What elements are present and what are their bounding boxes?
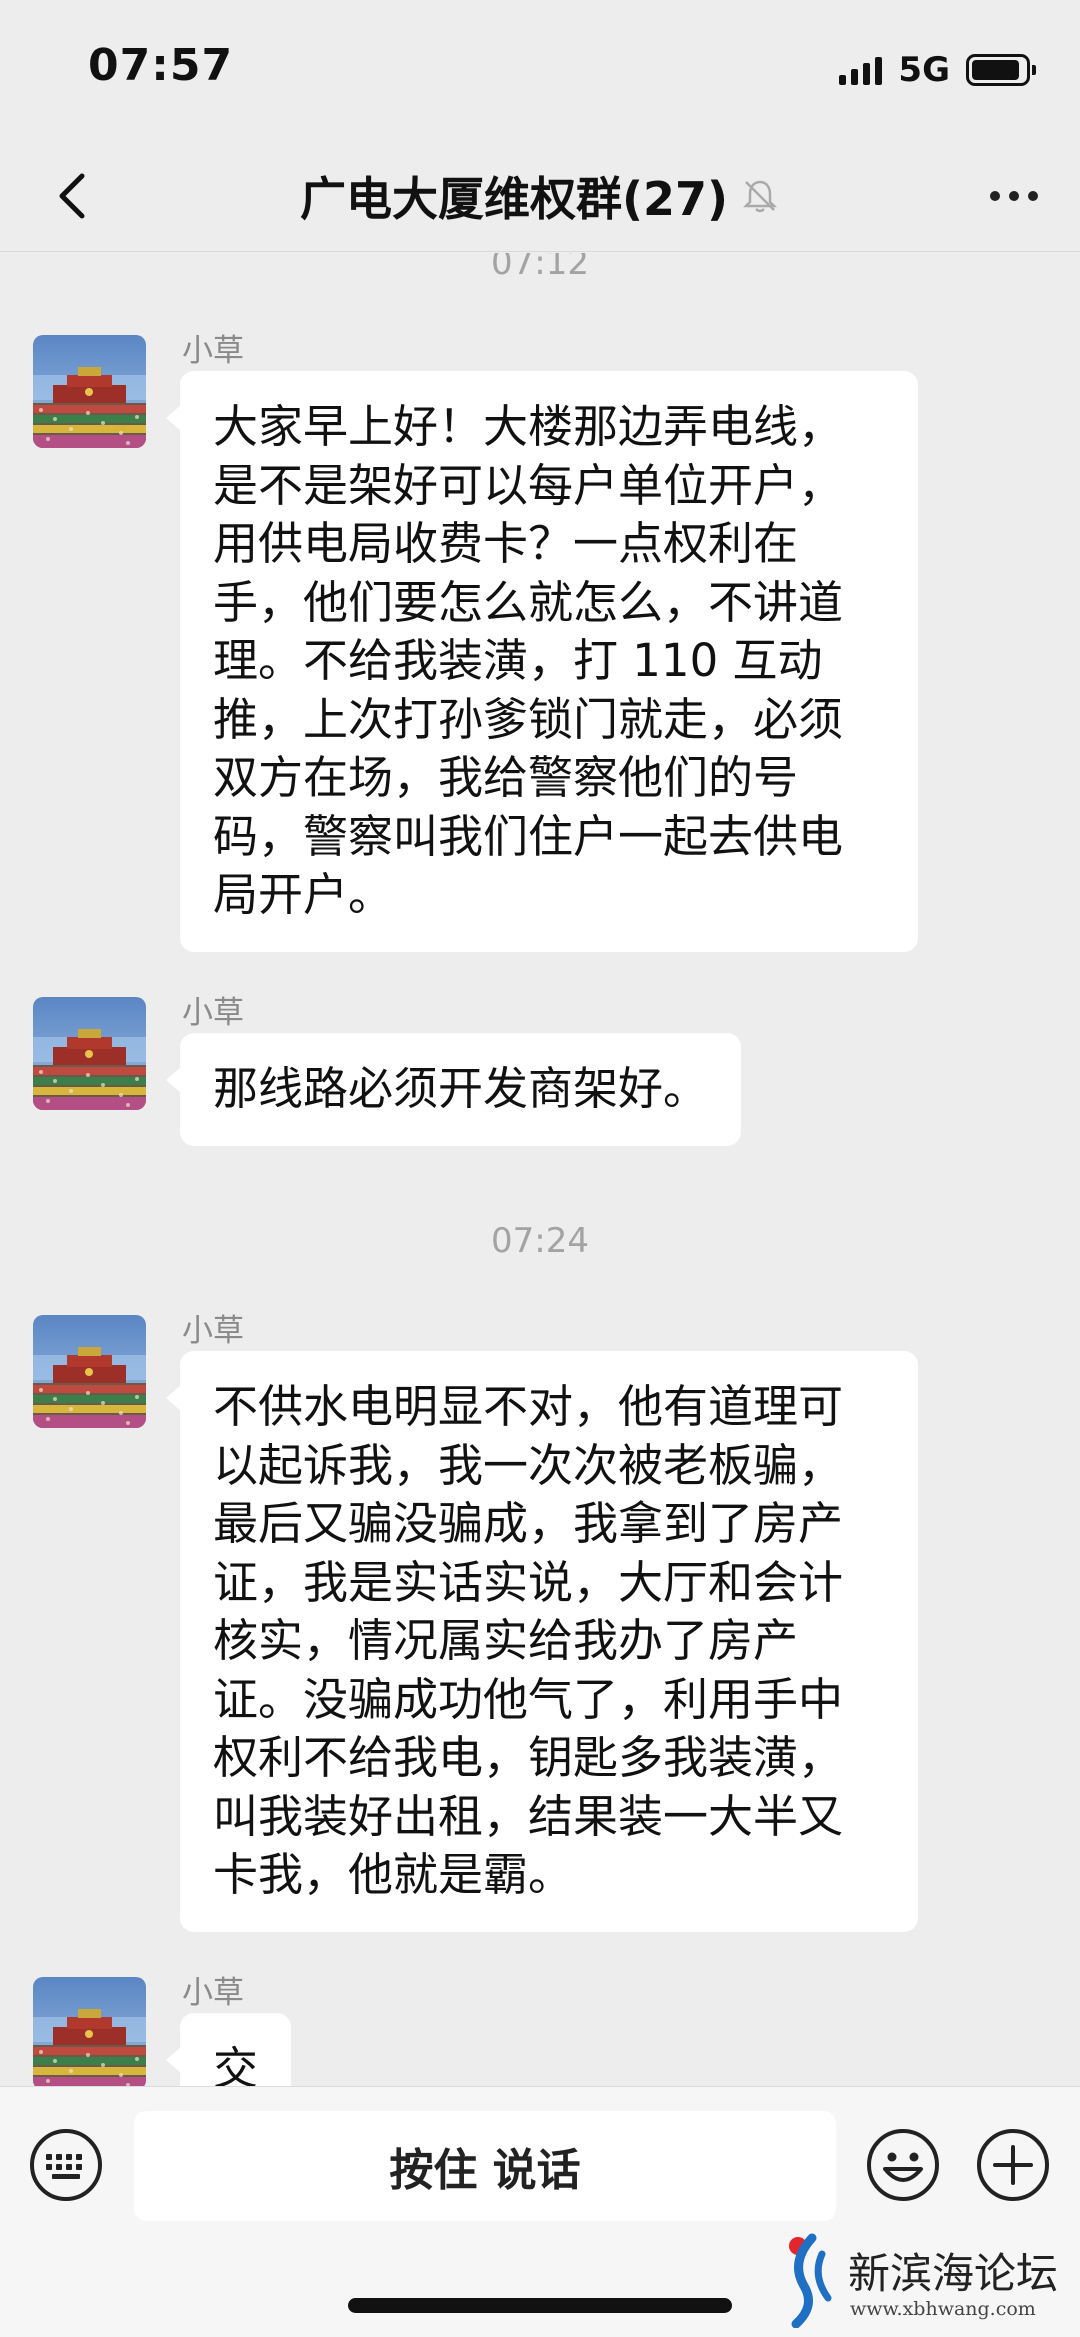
message-line: 那线路必须开发商架好。 <box>213 1062 709 1115</box>
back-button[interactable] <box>36 160 108 232</box>
message-bubble[interactable]: 交 <box>165 2013 292 2086</box>
emoji-button[interactable] <box>865 2127 941 2203</box>
watermark-title: 新滨海论坛 <box>848 2249 1059 2298</box>
message-line: 交 <box>213 2042 259 2086</box>
signal-icon <box>839 55 883 85</box>
status-time: 07:57 <box>88 40 234 91</box>
timestamp: 07:24 <box>491 1221 589 1261</box>
sender-name: 小草 <box>182 995 244 1031</box>
message-line: 推，上次打孙爹锁门就走，必须 <box>213 692 844 746</box>
avatar[interactable] <box>33 997 146 1110</box>
message-line: 证。没骗成功他气了，利用手中 <box>213 1672 844 1726</box>
battery-icon <box>966 54 1036 86</box>
message-bubble[interactable]: 不供水电明显不对，他有道理可 以起诉我，我一次次被老板骗， 最后又骗没骗成，我拿… <box>166 1351 918 1932</box>
message-line: 大家早上好！大楼那边弄电线， <box>213 400 844 453</box>
message-line: 理。不给我装潢，打 110 互动 <box>213 634 823 687</box>
sender-name: 小草 <box>182 333 244 369</box>
message-line: 局开户。 <box>213 868 394 921</box>
watermark-url: www.xbhwang.com <box>850 2298 1036 2320</box>
network-type: 5G <box>898 50 950 90</box>
message-line: 权利不给我电，钥匙多我装潢， <box>213 1731 844 1784</box>
message-line: 手，他们要怎么就怎么，不讲道 <box>213 575 844 629</box>
message-line: 不供水电明显不对，他有道理可 <box>213 1380 844 1433</box>
status-indicators: 5G <box>839 48 1036 92</box>
watermark: 新滨海论坛 www.xbhwang.com <box>782 2232 1072 2332</box>
forum-logo-icon <box>789 2233 832 2328</box>
message-line: 用供电局收费卡？一点权利在 <box>213 517 799 570</box>
bell-muted-icon <box>743 180 778 213</box>
more-dots-icon <box>990 191 1000 201</box>
message-line: 双方在场，我给警察他们的号 <box>213 751 799 804</box>
message-bubble[interactable]: 那线路必须开发商架好。 <box>165 1033 742 1146</box>
battery-level <box>972 60 1019 80</box>
hold-to-talk-button[interactable]: 按住 说话 <box>134 2111 836 2221</box>
message-line: 以起诉我，我一次次被老板骗， <box>213 1438 844 1492</box>
sender-name: 小草 <box>182 1975 244 2011</box>
chat-title[interactable]: 广电大厦维权群(27) <box>300 163 728 229</box>
keyboard-toggle-button[interactable] <box>28 2127 104 2203</box>
sender-name: 小草 <box>182 1313 244 1349</box>
avatar[interactable] <box>33 1315 146 1428</box>
status-bar: 07:57 5G <box>0 0 1080 140</box>
message-line: 卡我，他就是霸。 <box>213 1848 574 1901</box>
home-indicator[interactable] <box>348 2298 732 2313</box>
message-line: 核实，情况属实给我办了房产 <box>213 1614 799 1667</box>
more-button[interactable] <box>978 166 1050 226</box>
message-line: 叫我装好出租，结果装一大半又 <box>213 1789 844 1843</box>
keyboard-icon <box>30 2129 102 2201</box>
more-functions-button[interactable] <box>975 2127 1051 2203</box>
message-line: 码，警察叫我们住户一起去供电 <box>213 809 844 863</box>
avatar[interactable] <box>33 1977 146 2086</box>
chat-header: 广电大厦维权群(27) <box>0 140 1080 252</box>
timestamp: 07:12 <box>491 253 589 283</box>
emoji-icon <box>867 2129 939 2201</box>
message-bubble[interactable]: 大家早上好！大楼那边弄电线， 是不是架好可以每户单位开户， 用供电局收费卡？一点… <box>166 371 918 952</box>
message-line: 最后又骗没骗成，我拿到了房产 <box>213 1497 844 1550</box>
avatar[interactable] <box>33 335 146 448</box>
plus-icon <box>977 2129 1049 2201</box>
message-line: 是不是架好可以每户单位开户， <box>213 458 844 512</box>
message-line: 证，我是实话实说，大厅和会计 <box>213 1555 844 1609</box>
chat-messages[interactable]: 07:12 小草 大家早上好！大楼那边弄电线， 是不是架好可以每户单位开户， 用… <box>0 253 1080 2086</box>
chevron-left-icon <box>59 173 85 219</box>
